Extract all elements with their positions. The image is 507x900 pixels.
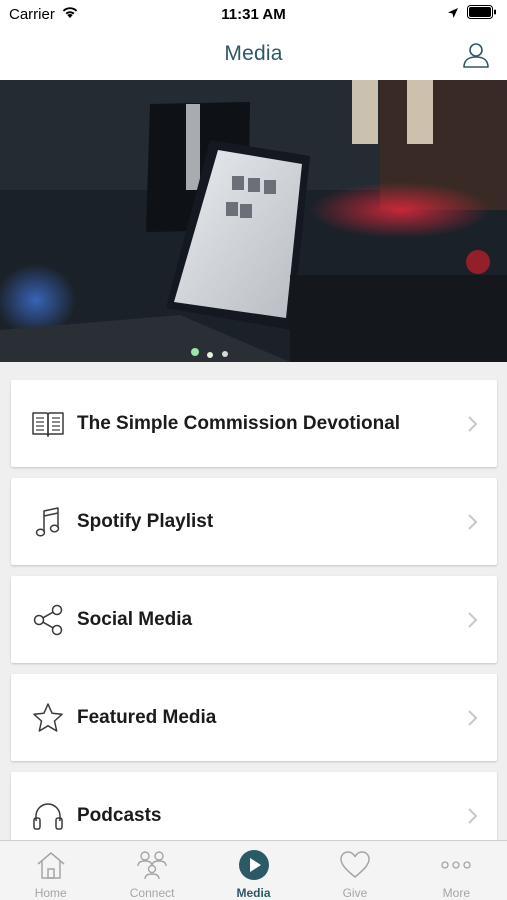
hero-scene	[0, 80, 507, 362]
tab-label: More	[442, 886, 470, 900]
nav-bar: Media	[0, 28, 507, 80]
page-title: Media	[224, 42, 283, 65]
heart-icon	[338, 848, 372, 882]
wifi-icon	[61, 5, 79, 23]
menu-item-label: Social Media	[77, 608, 193, 630]
menu-item-spotify-playlist[interactable]: Spotify Playlist	[11, 478, 497, 565]
tab-label: Give	[342, 886, 368, 900]
battery-icon	[467, 5, 497, 23]
menu-item-devotional[interactable]: The Simple Commission Devotional	[11, 380, 497, 467]
music-note-icon	[29, 503, 67, 541]
profile-button[interactable]	[461, 40, 491, 70]
carrier-label: Carrier	[9, 5, 55, 23]
tab-label: Home	[34, 886, 67, 900]
hero-image	[0, 80, 507, 362]
book-icon	[29, 405, 67, 443]
menu-item-label: Spotify Playlist	[77, 510, 214, 532]
tab-label: Media	[236, 886, 271, 900]
people-icon	[135, 848, 169, 882]
tab-label: Connect	[129, 886, 175, 900]
menu-item-label: Featured Media	[77, 706, 217, 728]
location-arrow-icon	[447, 6, 459, 23]
menu-item-label: The Simple Commission Devotional	[77, 412, 401, 434]
tab-home[interactable]: Home	[0, 841, 101, 900]
chevron-right-icon	[468, 513, 478, 530]
status-left: Carrier	[9, 5, 79, 23]
menu-item-label: Podcasts	[77, 804, 162, 826]
menu-item-social-media[interactable]: Social Media	[11, 576, 497, 663]
chevron-right-icon	[468, 415, 478, 432]
more-icon	[439, 848, 473, 882]
share-icon	[29, 601, 67, 639]
status-right	[447, 5, 497, 23]
home-icon	[34, 848, 68, 882]
tab-media[interactable]: Media	[203, 841, 304, 900]
chevron-right-icon	[468, 611, 478, 628]
tab-connect[interactable]: Connect	[101, 841, 202, 900]
media-menu-list: The Simple Commission Devotional Spotify…	[11, 380, 497, 870]
chevron-right-icon	[468, 807, 478, 824]
headphones-icon	[29, 797, 67, 835]
media-screen: Carrier 11:31 AM Media The Simple Commis…	[0, 0, 507, 900]
chevron-right-icon	[468, 709, 478, 726]
play-icon	[237, 848, 271, 882]
tab-give[interactable]: Give	[304, 841, 405, 900]
star-icon	[29, 699, 67, 737]
user-icon	[463, 43, 489, 68]
menu-item-featured-media[interactable]: Featured Media	[11, 674, 497, 761]
status-bar: Carrier 11:31 AM	[0, 0, 507, 28]
tab-more[interactable]: More	[406, 841, 507, 900]
tab-bar: Home Connect Media Give More	[0, 840, 507, 900]
